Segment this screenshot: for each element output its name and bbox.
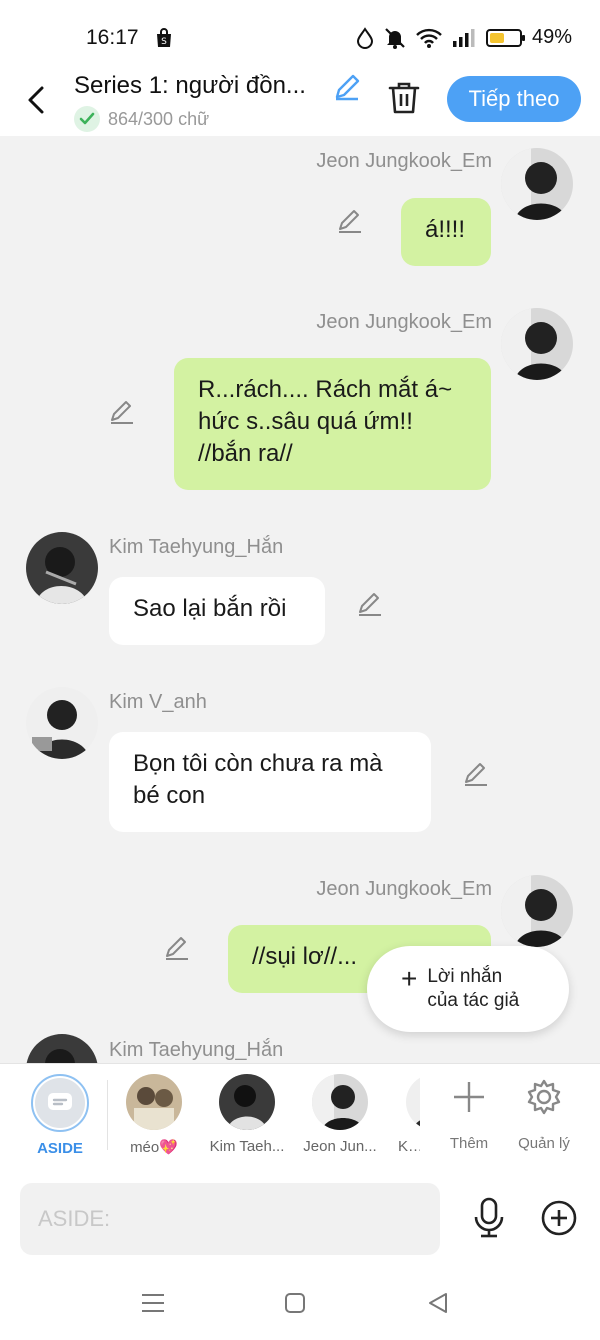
wifi-icon [416,28,442,48]
trash-icon[interactable] [386,80,422,116]
avatar [312,1074,368,1130]
manage-button[interactable]: Quản lý [509,1078,579,1152]
avatar-jeon-jungkook[interactable] [501,875,573,947]
check-icon [74,106,100,132]
sender-name: Kim Taehyung_Hắn [109,1039,284,1061]
sender-name: Jeon Jungkook_Em [316,311,492,333]
gear-icon [527,1079,561,1115]
chat-area[interactable]: Jeon Jungkook_Em á!!!! Jeon Jungkook_Em … [0,136,600,1063]
avatar [406,1074,420,1130]
home-square-icon[interactable] [280,1290,310,1316]
message-input[interactable] [20,1183,440,1255]
plus-icon: + [401,963,418,994]
next-button[interactable]: Tiếp theo [447,76,581,122]
plus-icon [454,1082,484,1112]
microphone-icon[interactable] [470,1197,508,1239]
message-bubble[interactable]: á!!!! [401,198,491,266]
avatar [126,1074,182,1130]
author-note-label: Lời nhắn của tác giả [427,966,520,1011]
character-kim-taehyung[interactable]: Kim Taeh... [202,1074,292,1155]
bell-muted-icon [385,27,405,49]
character-label: Jeon Jun... [303,1138,377,1155]
edit-pencil-icon[interactable] [336,207,364,235]
character-label: Kim [398,1138,420,1155]
character-selector: ASIDE méo💖 Kim Taeh... Jeon Jun... Kim T… [0,1063,600,1171]
add-label: Thêm [449,1135,489,1152]
chat-bubble-icon [48,1093,72,1110]
divider [107,1080,108,1150]
sender-name: Kim V_anh [109,691,207,713]
word-count: 864/300 chữ [108,108,210,129]
author-note-button[interactable]: + Lời nhắn của tác giả [367,946,569,1032]
system-nav-bar [0,1268,600,1340]
message-bubble[interactable]: Sao lại bắn rồi [109,577,325,645]
back-triangle-icon[interactable] [424,1290,454,1316]
story-title[interactable]: Series 1: người đồn... [74,72,330,100]
character-label: ASIDE [37,1140,83,1157]
message-bubble[interactable]: R...rách.... Rách mắt á~ hức s..sâu quá … [174,358,491,490]
avatar-kim-taehyung[interactable] [26,1034,98,1063]
avatar [219,1074,275,1130]
title-edit-pencil-icon[interactable] [332,72,362,102]
character-aside[interactable]: ASIDE [15,1074,105,1157]
svg-text:S: S [161,37,167,47]
input-bar [0,1171,600,1268]
sender-name: Jeon Jungkook_Em [316,878,492,900]
status-bar: 16:17 S 49% [0,0,600,68]
aside-avatar [31,1074,89,1132]
water-drop-icon [356,26,373,49]
status-indicators: 49% [356,26,572,49]
character-label: méo💖 [130,1139,178,1156]
message-bubble[interactable]: Bọn tôi còn chưa ra mà bé con [109,732,431,832]
edit-pencil-icon[interactable] [108,398,136,426]
avatar-kim-taehyung[interactable] [26,532,98,604]
add-circle-icon[interactable] [540,1199,578,1237]
avatar-kim-v[interactable] [26,687,98,759]
header: Series 1: người đồn... 864/300 chữ Tiếp … [0,68,600,136]
edit-pencil-icon[interactable] [462,760,490,788]
battery-icon [485,28,525,47]
signal-icon [452,28,475,47]
add-character-button[interactable]: Thêm [434,1078,504,1152]
battery-percent: 49% [531,26,572,48]
character-kim[interactable]: Kim [378,1074,420,1155]
sender-name: Jeon Jungkook_Em [316,150,492,172]
shopping-bag-icon: S [157,28,171,47]
status-time: 16:17 [86,26,139,49]
avatar-jeon-jungkook[interactable] [501,148,573,220]
sender-name: Kim Taehyung_Hắn [109,536,284,558]
character-meo[interactable]: méo💖 [109,1074,199,1156]
character-jeon-jungkook[interactable]: Jeon Jun... [295,1074,385,1155]
edit-pencil-icon[interactable] [356,590,384,618]
back-arrow-icon[interactable] [20,80,54,120]
character-label: Kim Taeh... [209,1138,285,1155]
manage-label: Quản lý [518,1135,570,1152]
menu-icon[interactable] [138,1290,168,1316]
word-count-row: 864/300 chữ [74,106,209,132]
avatar-jeon-jungkook[interactable] [501,308,573,380]
edit-pencil-icon[interactable] [163,934,191,962]
